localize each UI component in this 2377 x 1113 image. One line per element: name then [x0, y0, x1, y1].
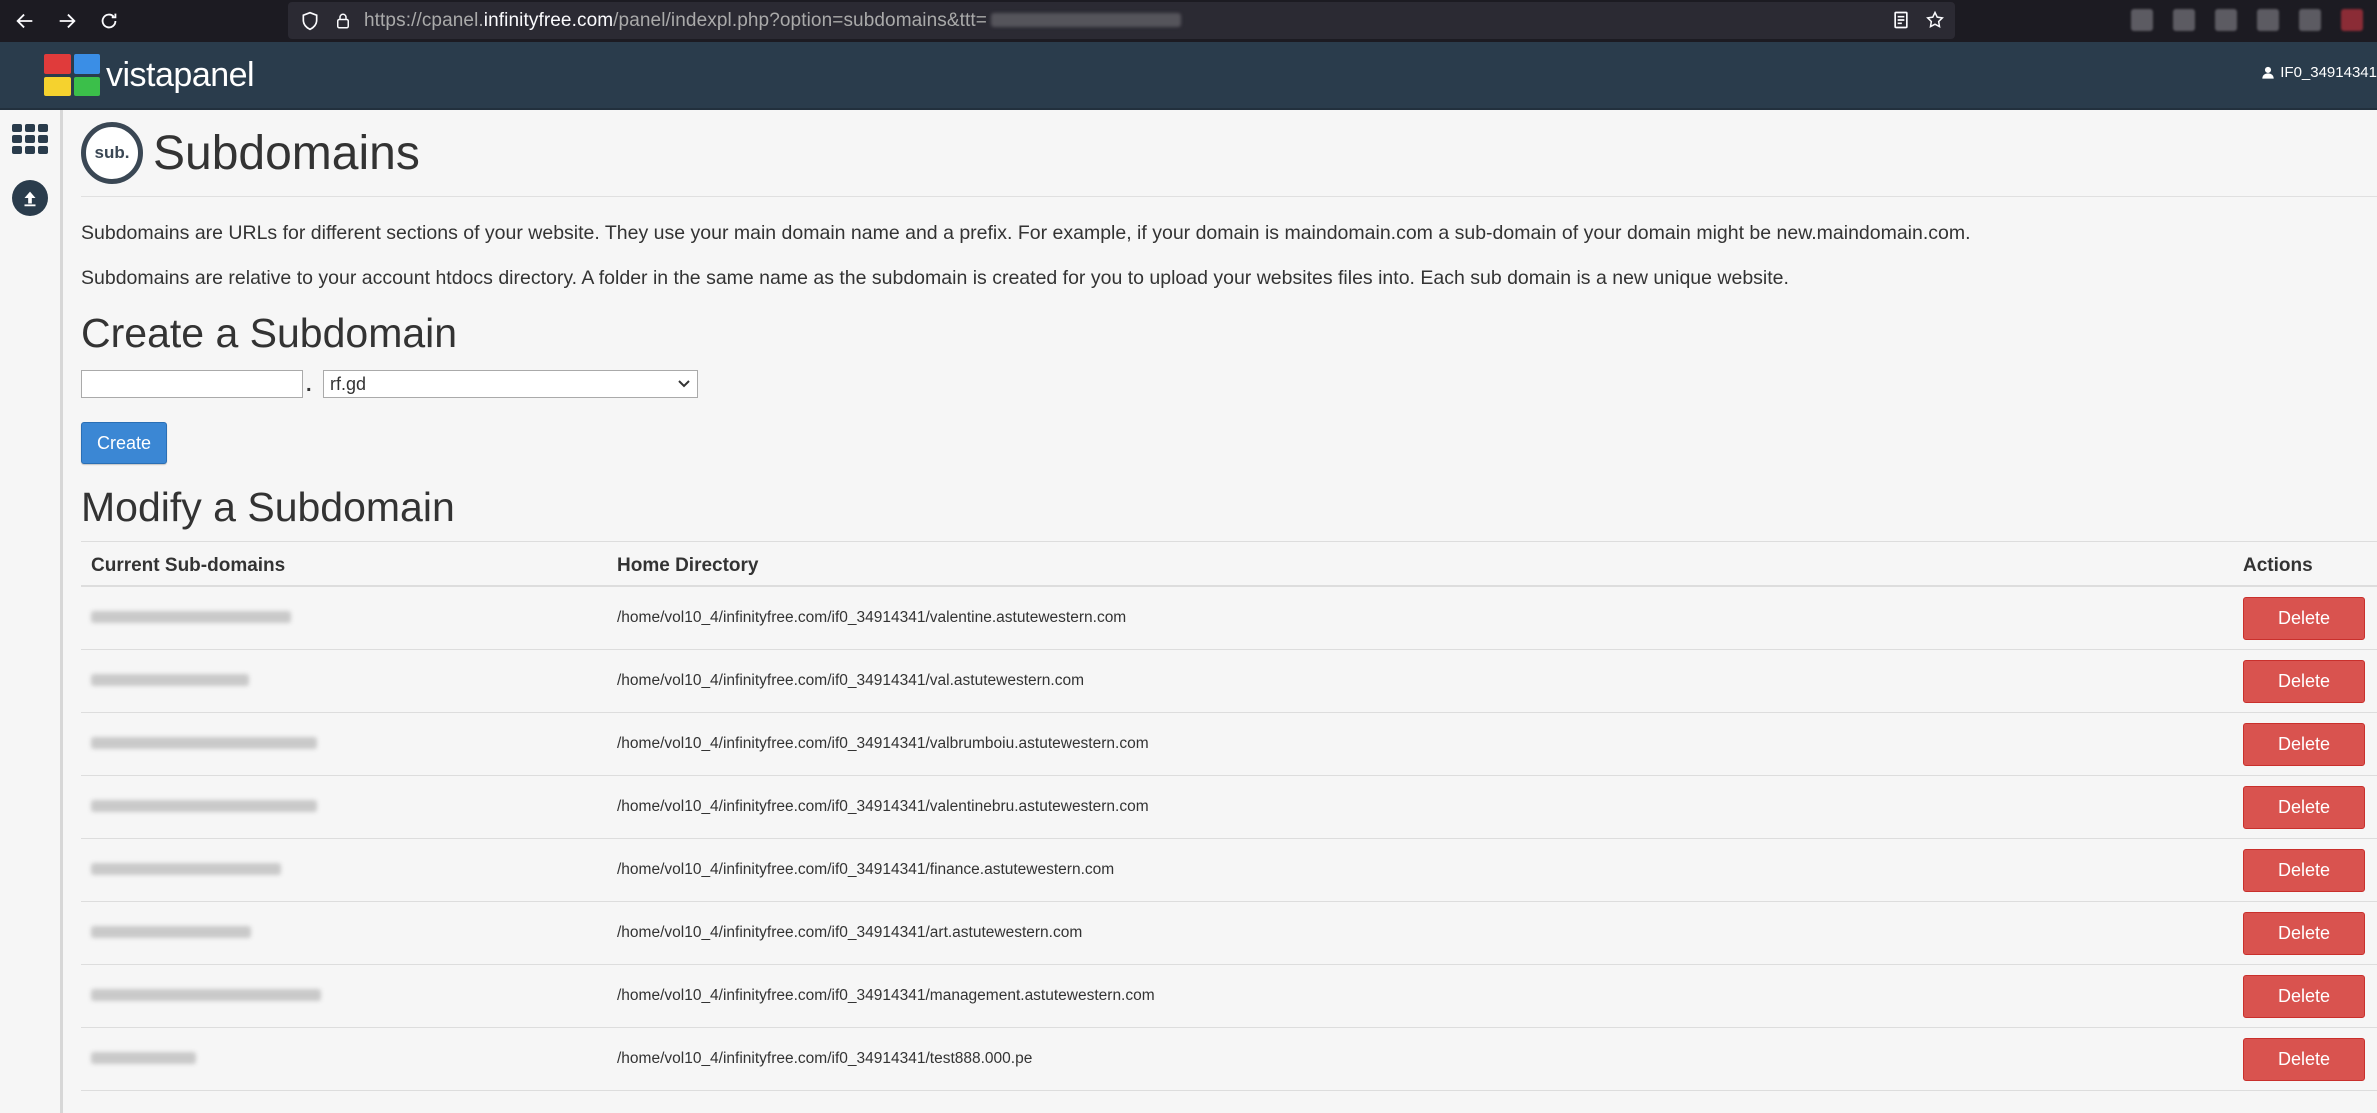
- delete-button[interactable]: Delete: [2243, 1038, 2365, 1081]
- extension-icon[interactable]: [2131, 9, 2153, 31]
- arrow-right-icon: [59, 13, 76, 29]
- modify-heading: Modify a Subdomain: [81, 484, 455, 530]
- column-header-home-directory: Home Directory: [617, 555, 759, 576]
- divider: [81, 196, 2377, 197]
- delete-button[interactable]: Delete: [2243, 849, 2365, 892]
- table-row: /home/vol10_4/infinityfree.com/if0_34914…: [81, 650, 2377, 713]
- user-menu[interactable]: IF0_34914341: [2261, 64, 2377, 81]
- logo-square: [44, 54, 71, 74]
- home-directory: /home/vol10_4/infinityfree.com/if0_34914…: [617, 609, 1127, 626]
- extension-icon[interactable]: [2257, 9, 2279, 31]
- forward-button[interactable]: [50, 4, 84, 38]
- subdomain-redacted: [91, 863, 281, 875]
- home-directory: /home/vol10_4/infinityfree.com/if0_34914…: [617, 1050, 1033, 1067]
- table-header: Current Sub-domains Home Directory Actio…: [81, 541, 2377, 587]
- url-redacted: [991, 13, 1181, 28]
- subdomain-redacted: [91, 674, 249, 686]
- shield-icon[interactable]: [300, 11, 320, 31]
- table-body: /home/vol10_4/infinityfree.com/if0_34914…: [81, 587, 2377, 1091]
- logo-text-panel: panel: [173, 55, 255, 94]
- home-directory: /home/vol10_4/infinityfree.com/if0_34914…: [617, 861, 1115, 878]
- page-title: Subdomains: [153, 126, 420, 180]
- create-heading: Create a Subdomain: [81, 310, 458, 356]
- subdomain-redacted: [91, 1052, 196, 1064]
- subdomain-redacted: [91, 737, 317, 749]
- address-bar[interactable]: https://cpanel.infinityfree.com/panel/in…: [288, 2, 1955, 39]
- page-header: sub. Subdomains: [81, 122, 420, 184]
- url-path: /panel/indexpl.php?option=subdomains&ttt…: [613, 9, 987, 31]
- vistapanel-logo[interactable]: vistapanel: [44, 54, 255, 96]
- column-header-actions: Actions: [2243, 555, 2313, 576]
- username: IF0_34914341: [2280, 64, 2377, 81]
- sidebar: [0, 110, 63, 1113]
- logo-text-vista: vista: [106, 55, 174, 94]
- subdomains-icon: sub.: [81, 122, 143, 184]
- subdomain-redacted: [91, 611, 291, 623]
- lock-icon[interactable]: [334, 11, 352, 31]
- logo-text: vistapanel: [106, 55, 255, 95]
- extension-icon[interactable]: [2299, 9, 2321, 31]
- logo-square: [44, 76, 71, 96]
- create-button[interactable]: Create: [81, 422, 167, 464]
- reload-button[interactable]: [92, 4, 126, 38]
- home-directory: /home/vol10_4/infinityfree.com/if0_34914…: [617, 672, 1084, 689]
- arrow-up-icon: [24, 191, 36, 207]
- domain-separator: .: [306, 374, 312, 396]
- selected-domain: rf.gd: [330, 373, 367, 394]
- description-1: Subdomains are URLs for different sectio…: [81, 222, 1971, 244]
- table-row: /home/vol10_4/infinityfree.com/if0_34914…: [81, 902, 2377, 965]
- subdomain-redacted: [91, 800, 317, 812]
- url-host: infinityfree.com: [483, 9, 614, 31]
- column-header-subdomains: Current Sub-domains: [91, 555, 286, 576]
- table-row: /home/vol10_4/infinityfree.com/if0_34914…: [81, 713, 2377, 776]
- delete-button[interactable]: Delete: [2243, 786, 2365, 829]
- apps-grid-icon[interactable]: [12, 124, 48, 154]
- reader-view-icon[interactable]: [1891, 10, 1911, 30]
- extension-icons: [2131, 9, 2363, 31]
- delete-button[interactable]: Delete: [2243, 975, 2365, 1018]
- logo-square: [73, 76, 100, 96]
- user-icon: [2262, 66, 2274, 79]
- browser-toolbar: https://cpanel.infinityfree.com/panel/in…: [0, 0, 2377, 42]
- table-row: /home/vol10_4/infinityfree.com/if0_34914…: [81, 776, 2377, 839]
- reload-icon: [101, 13, 117, 29]
- back-button[interactable]: [8, 4, 42, 38]
- bookmark-star-icon[interactable]: [1925, 10, 1945, 30]
- home-directory: /home/vol10_4/infinityfree.com/if0_34914…: [617, 735, 1149, 752]
- extension-icon[interactable]: [2173, 9, 2195, 31]
- home-directory: /home/vol10_4/infinityfree.com/if0_34914…: [617, 924, 1083, 941]
- chevron-down-icon: [678, 380, 690, 388]
- delete-button[interactable]: Delete: [2243, 723, 2365, 766]
- url-prefix: https://cpanel.: [364, 9, 484, 31]
- home-directory: /home/vol10_4/infinityfree.com/if0_34914…: [617, 798, 1149, 815]
- table-row: /home/vol10_4/infinityfree.com/if0_34914…: [81, 965, 2377, 1028]
- panel-header: vistapanel IF0_34914341: [0, 42, 2377, 110]
- extension-icon[interactable]: [2215, 9, 2237, 31]
- subdomain-redacted: [91, 989, 321, 1001]
- arrow-left-icon: [16, 13, 33, 29]
- description-2: Subdomains are relative to your account …: [81, 267, 1789, 289]
- home-directory: /home/vol10_4/infinityfree.com/if0_34914…: [617, 987, 1155, 1004]
- delete-button[interactable]: Delete: [2243, 912, 2365, 955]
- table-row: /home/vol10_4/infinityfree.com/if0_34914…: [81, 587, 2377, 650]
- logo-square: [73, 54, 100, 74]
- subdomain-redacted: [91, 926, 251, 938]
- domain-select[interactable]: rf.gd: [323, 370, 698, 398]
- logo-mark-icon: [44, 54, 100, 96]
- table-row: /home/vol10_4/infinityfree.com/if0_34914…: [81, 1028, 2377, 1091]
- subdomains-table: Current Sub-domains Home Directory Actio…: [81, 541, 2377, 1091]
- table-row: /home/vol10_4/infinityfree.com/if0_34914…: [81, 839, 2377, 902]
- delete-button[interactable]: Delete: [2243, 597, 2365, 640]
- delete-button[interactable]: Delete: [2243, 660, 2365, 703]
- url-text: https://cpanel.infinityfree.com/panel/in…: [364, 10, 1181, 32]
- subdomain-input[interactable]: [81, 370, 303, 398]
- upload-icon[interactable]: [12, 180, 48, 216]
- extension-icon[interactable]: [2341, 9, 2363, 31]
